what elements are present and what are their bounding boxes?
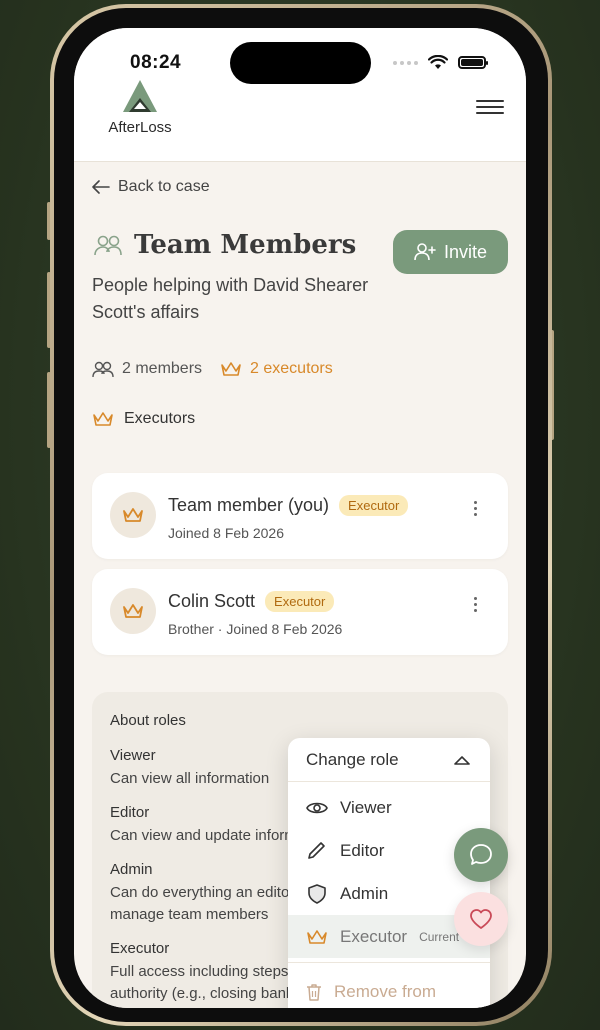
title-row: Team Members [92, 230, 356, 260]
dropdown-divider [288, 962, 490, 963]
app-header: AfterLoss [74, 80, 526, 162]
crown-icon [221, 362, 241, 376]
status-icons [393, 55, 488, 70]
hamburger-icon [476, 100, 504, 102]
members-count-label: 2 members [122, 360, 203, 377]
roles-title: About roles [110, 712, 186, 729]
crown-icon [93, 412, 113, 426]
support-button[interactable] [454, 892, 508, 946]
more-options-icon[interactable] [472, 597, 478, 612]
role-option-viewer[interactable]: Viewer [288, 786, 490, 829]
avatar [110, 492, 156, 538]
chat-bubble-icon [470, 844, 492, 865]
current-tag: Current [419, 929, 460, 944]
more-options-icon[interactable] [472, 501, 478, 516]
members-count: 2 members [92, 360, 202, 378]
remove-from-case-label: Remove from case [334, 982, 437, 1008]
invite-button[interactable]: Invite [393, 230, 508, 274]
change-role-dropdown: Change role Viewer Editor Admin Executor… [288, 738, 490, 1008]
status-time: 08:24 [130, 52, 182, 73]
change-role-toggle[interactable]: Change role [288, 738, 490, 782]
phone-screen: 08:24 AfterLoss Back to case Team Member… [74, 28, 526, 1008]
role-badge: Executor [265, 591, 335, 612]
back-to-case-link[interactable]: Back to case [92, 178, 210, 196]
logo[interactable]: AfterLoss [104, 78, 176, 136]
role-badge: Executor [339, 495, 409, 516]
member-meta: Brother · Joined 8 Feb 2026 [168, 621, 343, 637]
crown-icon [123, 508, 143, 522]
shield-icon [308, 883, 326, 904]
remove-from-case-button[interactable]: Remove from case [288, 967, 490, 1008]
afterloss-logo-icon [123, 80, 157, 112]
member-name-text: Colin Scott [168, 591, 256, 611]
member-name: Colin Scott Executor [168, 591, 335, 612]
crown-icon [123, 604, 143, 618]
executors-count-label: 2 executors [250, 360, 333, 377]
back-link-label: Back to case [118, 178, 210, 195]
member-card[interactable]: Colin Scott Executor Brother · Joined 8 … [92, 569, 508, 655]
member-name: Team member (you) Executor [168, 495, 409, 516]
heart-icon [470, 909, 492, 929]
team-stats: 2 members 2 executors [92, 360, 333, 378]
executors-section-label: Executors [92, 410, 195, 428]
chat-button[interactable] [454, 828, 508, 882]
avatar [110, 588, 156, 634]
menu-button[interactable] [476, 96, 504, 120]
member-card[interactable]: Team member (you) Executor Joined 8 Feb … [92, 473, 508, 559]
role-option-label: Viewer [340, 797, 392, 817]
battery-icon [458, 56, 488, 69]
invite-label: Invite [443, 241, 488, 262]
trash-icon [307, 984, 321, 1001]
crown-icon [307, 929, 327, 944]
users-icon [92, 361, 114, 378]
member-meta: Joined 8 Feb 2026 [168, 525, 284, 541]
chevron-up-icon [454, 755, 470, 765]
dynamic-island [230, 42, 371, 84]
logo-text: AfterLoss [108, 119, 172, 136]
executors-label: Executors [124, 410, 196, 427]
add-user-icon [414, 243, 436, 261]
role-option-label: Editor [340, 840, 385, 860]
signal-icon [393, 60, 418, 65]
wifi-icon [428, 55, 448, 69]
page-title: Team Members [134, 230, 357, 260]
executors-count: 2 executors [220, 360, 333, 378]
role-option-label: Executor [340, 926, 408, 946]
arrow-left-icon [92, 180, 110, 194]
page-subtitle: People helping with David Shearer Scott'… [92, 275, 369, 322]
pencil-icon [308, 841, 325, 859]
change-role-label: Change role [306, 749, 399, 769]
eye-icon [306, 802, 328, 813]
role-option-label: Admin [340, 883, 389, 903]
member-name-text: Team member (you) [168, 495, 330, 515]
team-icon [94, 235, 122, 256]
